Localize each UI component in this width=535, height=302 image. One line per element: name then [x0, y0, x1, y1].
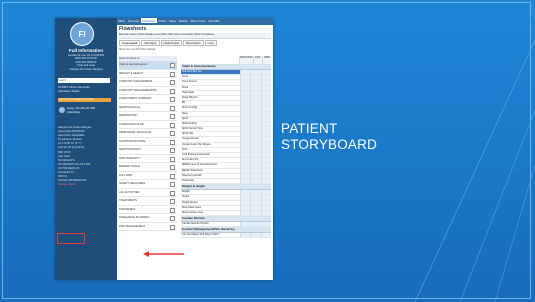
tab-notes[interactable]: Notes — [168, 18, 178, 23]
highlight-box — [57, 233, 85, 244]
nav-item[interactable]: NEUROLOGICAL — [119, 104, 177, 112]
tab-menu[interactable]: Menu — [117, 18, 127, 23]
sidebar-notes: SCRIPT: Nurse Reminder Admission Status — [58, 85, 90, 93]
slide: PATIENT STORYBOARD FI Full Information F… — [0, 0, 535, 302]
flowsheet-filters[interactable]: Show: All Last 24h Filter: Default — [119, 48, 271, 51]
checkbox[interactable] — [169, 114, 175, 120]
checkbox[interactable] — [169, 165, 175, 171]
nav-item[interactable]: BRADEN SCALE — [119, 163, 177, 172]
checkbox[interactable] — [169, 182, 175, 188]
patient-name: Full Information — [69, 48, 103, 53]
subtab-vital-signs[interactable]: Vital Signs — [141, 40, 160, 46]
checkbox[interactable] — [169, 63, 175, 69]
checkbox[interactable] — [169, 122, 175, 128]
column-time[interactable]: 0800 — [261, 56, 272, 64]
decorative-lines — [405, 0, 535, 302]
flowsheet-nav-list: Select All Show All Vitals & Hemodynamic… — [119, 56, 177, 231]
tab-plan-of-care[interactable]: Plan of Care — [189, 18, 206, 23]
patient-meta: Female 32 year old 12/14/1983 MRN 000 00… — [68, 54, 104, 71]
tab-flowsheets[interactable]: Flowsheets — [140, 18, 157, 23]
subtab-intake-output[interactable]: Intake/Output — [160, 40, 183, 46]
nav-item[interactable]: SKIN INTEGRITY — [119, 155, 177, 163]
grid-row[interactable]: Can the Patient Self Report Pain? — [181, 233, 271, 239]
nav-item[interactable]: COMFORT MANAGEMENT — [119, 78, 177, 87]
nav-item[interactable]: RESPIRATORY — [119, 112, 177, 121]
red-arrow-icon — [143, 251, 184, 257]
slide-title-line1: PATIENT — [281, 121, 338, 136]
subtab-blood-admin[interactable]: Blood Admin — [183, 40, 204, 46]
checkbox[interactable] — [169, 97, 175, 103]
checkbox[interactable] — [169, 190, 175, 196]
provider-role: Attending — [67, 109, 80, 114]
checkbox[interactable] — [169, 224, 175, 230]
nav-item[interactable]: COMFORT MANAGEMENT/PA — [119, 87, 177, 95]
checkbox[interactable] — [169, 148, 175, 154]
nav-item[interactable]: FALL RISK — [119, 172, 177, 180]
nav-item[interactable]: GENITOURINARY — [119, 146, 177, 155]
nav-item[interactable]: PAIN MANAGEMENT — [119, 223, 177, 231]
column-time[interactable]: 0700 — [252, 56, 262, 64]
avatar[interactable]: FI — [70, 22, 94, 46]
subtab-lines[interactable]: Lines — [204, 40, 217, 46]
nav-item[interactable]: DISCHARGE PLANNING — [119, 214, 177, 223]
column-date[interactable]: 05/27/2016 — [239, 56, 253, 64]
tab-summary[interactable]: Summary — [127, 18, 141, 23]
checkbox[interactable] — [169, 173, 175, 179]
slide-title: PATIENT STORYBOARD — [281, 121, 377, 153]
isolation-flag: ISOLATION PRECAUTIONS — [58, 98, 111, 102]
nav-item[interactable]: TREATMENTS — [119, 197, 177, 206]
nav-item[interactable]: CARDIOVASCULAR — [119, 121, 177, 129]
isolation-status-link[interactable]: Isolation Status — [58, 183, 114, 187]
nav-item[interactable]: TRANSFERS — [119, 206, 177, 214]
checkbox[interactable] — [169, 156, 175, 162]
patient-banner-sidebar: FI Full Information Female 32 year old 1… — [55, 18, 117, 280]
subtab-assessment[interactable]: Assessment — [119, 40, 141, 46]
checkbox[interactable] — [169, 88, 175, 94]
nav-item[interactable]: PERIPHERAL VASCULAR — [119, 129, 177, 138]
checkbox[interactable] — [169, 199, 175, 205]
page-title: Flowsheets — [119, 26, 147, 32]
nav-item[interactable]: GASTROINTESTINAL — [119, 138, 177, 146]
grid-column-header: 05/27/2016 0700 0800 — [181, 56, 272, 64]
nav-item[interactable]: WEIGHT & HEIGHT — [119, 70, 177, 78]
slide-title-line2: STORYBOARD — [281, 137, 378, 152]
tab-results[interactable]: Results — [177, 18, 189, 23]
sidebar-search-input[interactable] — [58, 78, 110, 83]
nav-item[interactable]: ASSESSMENT SUMMARY — [119, 95, 177, 104]
flowsheet-toolbar[interactable]: Edit Add Column Chart Heading Insert Row… — [119, 33, 271, 39]
nav-item[interactable]: ADL ACTIVITIES — [119, 189, 177, 197]
checkbox[interactable] — [169, 216, 175, 222]
patient-summary-list: Allergies No Known Allergies Admit Date … — [58, 126, 114, 187]
flowsheet-subtabs: Assessment Vital Signs Intake/Output Blood … — [119, 40, 271, 46]
checkbox[interactable] — [169, 131, 175, 137]
nav-item[interactable]: SAFETY MEASURES — [119, 180, 177, 189]
checkbox[interactable] — [169, 139, 175, 145]
emr-screenshot: FI Full Information Female 32 year old 1… — [55, 18, 273, 280]
provider-photo — [59, 107, 65, 113]
care-team-card[interactable]: Greg, Timothy B, MD Attending — [58, 106, 114, 121]
checkbox[interactable] — [169, 105, 175, 111]
checkbox[interactable] — [169, 207, 175, 213]
nav-item[interactable]: Vitals & Hemodynamics — [119, 61, 177, 70]
checkbox[interactable] — [169, 80, 175, 86]
flowsheet-grid: 05/27/2016 0700 0800 Vitals & Hemodynami… — [181, 56, 272, 239]
tab-care-plan[interactable]: Care Plan — [207, 18, 222, 23]
top-tab-bar: Menu Summary Flowsheets Orders Notes Results P… — [117, 18, 273, 25]
checkbox[interactable] — [169, 71, 175, 77]
flowsheet-main: Menu Summary Flowsheets Orders Notes Results P… — [117, 18, 273, 280]
tab-orders[interactable]: Orders — [157, 18, 168, 23]
